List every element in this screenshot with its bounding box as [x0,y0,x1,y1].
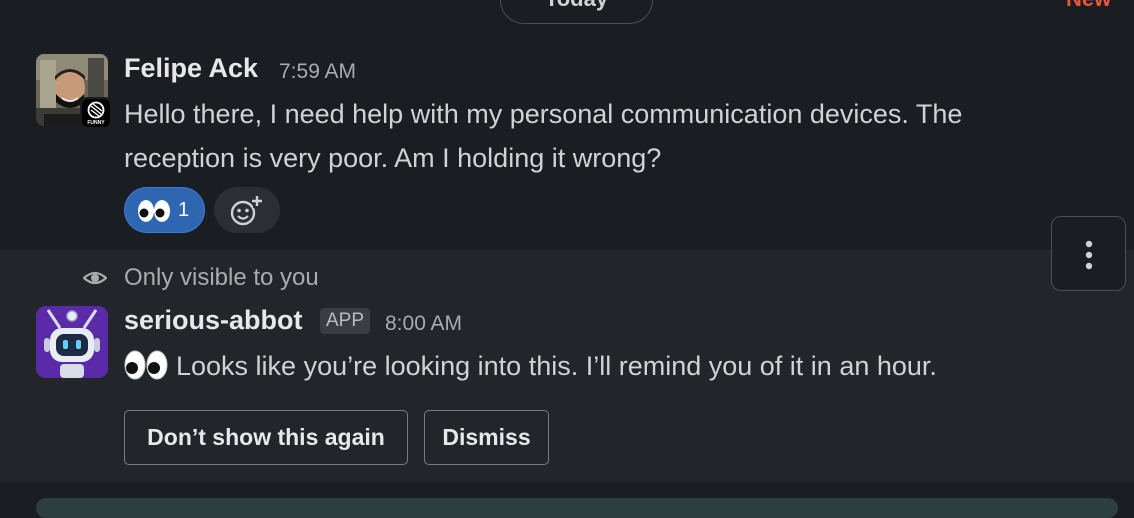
eyes-emoji-icon [124,350,168,380]
timestamp[interactable]: 7:59 AM [279,60,356,84]
message-line-2: reception is very poor. Am I holding it … [124,143,662,173]
eyes-icon [138,200,170,222]
robot-icon [36,306,108,378]
timestamp[interactable]: 8:00 AM [385,312,462,336]
date-label: Today [545,0,608,11]
bot-message-text: Looks like you’re looking into this. I’l… [176,351,937,381]
reaction-eyes-button[interactable]: 1 [124,187,205,233]
add-reaction-button[interactable] [214,187,280,233]
bot-avatar[interactable] [36,306,108,378]
dismiss-button[interactable]: Dismiss [424,410,549,465]
bot-name[interactable]: serious-abbot [124,305,303,336]
smiley-plus-icon [230,196,262,226]
app-badge: APP [320,308,371,334]
message-composer[interactable] [36,498,1118,518]
dont-show-again-button[interactable]: Don’t show this again [124,410,408,465]
vertical-ellipsis-icon [1085,240,1093,270]
badge-text: FUNNY [87,120,105,126]
badge-icon: FUNNY [80,97,112,129]
date-divider-button[interactable]: Today [500,0,653,24]
eye-icon [83,271,107,285]
more-actions-button[interactable] [1051,216,1126,291]
author-name[interactable]: Felipe Ack [124,53,258,84]
visibility-note: Only visible to you [124,264,319,291]
message-line-1: Hello there, I need help with my persona… [124,99,963,129]
new-messages-label: New [1066,0,1111,12]
reaction-count: 1 [178,199,190,221]
